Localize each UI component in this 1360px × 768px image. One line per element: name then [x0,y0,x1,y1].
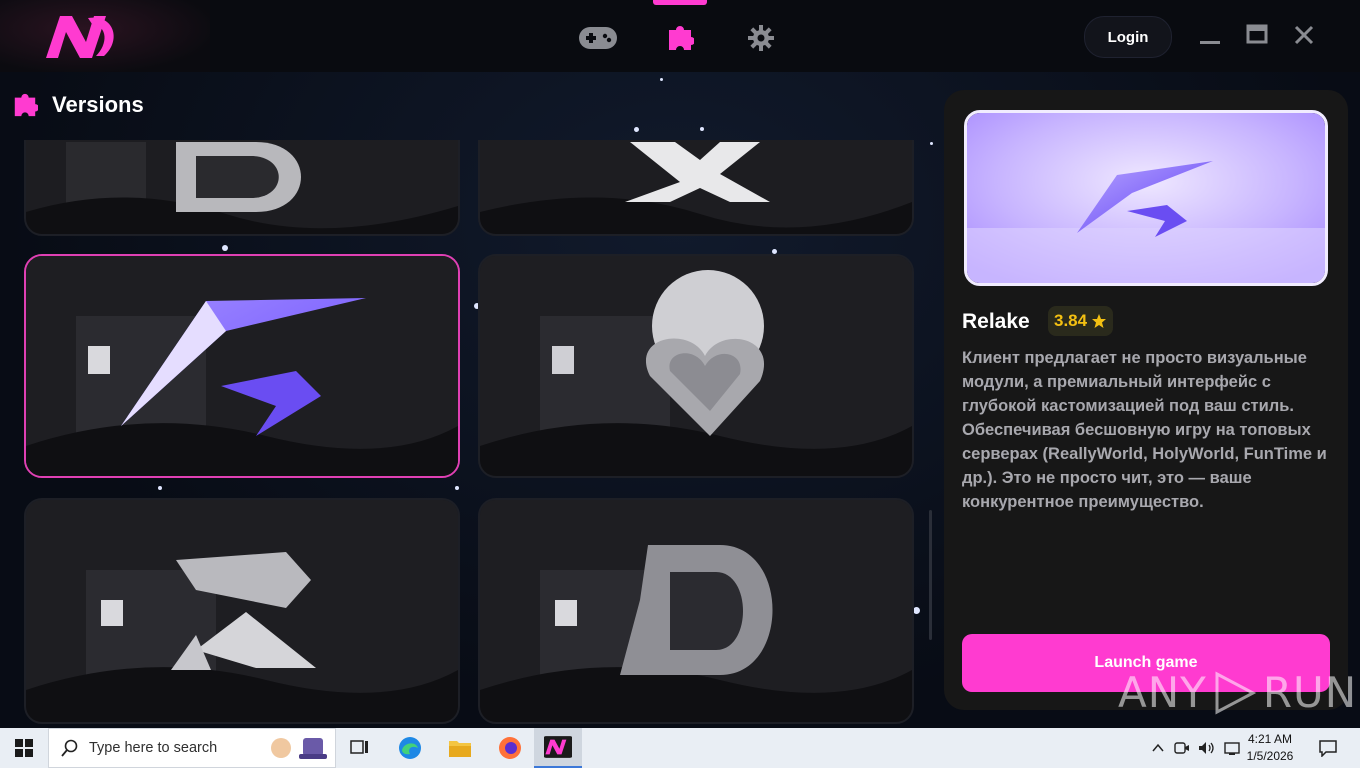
logo-area [0,0,210,72]
minimize-icon[interactable] [1197,22,1223,48]
firefox-icon[interactable] [486,728,534,768]
login-button[interactable]: Login [1084,16,1172,58]
launcher-taskbar-icon[interactable] [534,728,582,768]
edge-icon[interactable] [386,728,434,768]
clock-time: 4:21 AM [1247,732,1293,746]
app-logo [46,16,114,58]
version-card-heart[interactable] [478,254,914,478]
windows-start-icon[interactable] [0,728,48,768]
watermark-left: ANY [1118,668,1207,717]
versions-header: Versions [12,92,144,118]
launcher-window: Login Versions Relake 3.84 Клиент предла… [0,0,1360,728]
volume-icon[interactable] [1198,740,1216,756]
active-nav-indicator [653,0,707,5]
client-name: Relake [962,310,1030,333]
version-card-x[interactable] [478,140,914,236]
gamepad-icon[interactable] [578,20,618,56]
star-dot [930,142,933,145]
chevron-up-icon[interactable] [1150,740,1166,756]
star-icon [1092,314,1107,328]
watermark-right: RUN [1262,668,1358,717]
client-preview [964,110,1328,286]
details-panel: Relake 3.84 Клиент предлагает не просто … [944,90,1348,710]
scrollbar[interactable] [929,510,932,640]
notifications-icon[interactable] [1304,728,1352,768]
version-card-crystal[interactable] [24,498,460,724]
star-dot [913,607,920,614]
search-icon [61,739,78,757]
clock[interactable]: 4:21 AM 1/5/2026 [1240,731,1300,765]
rating-badge: 3.84 [1048,306,1114,336]
task-view-icon[interactable] [336,728,384,768]
search-placeholder: Type here to search [89,740,218,756]
versions-title: Versions [52,92,144,117]
clock-date: 1/5/2026 [1246,749,1294,763]
play-icon [1215,671,1257,714]
star-dot [634,127,639,132]
version-card-chrome-d[interactable] [478,498,914,724]
puzzle-icon[interactable] [660,20,700,56]
maximize-icon[interactable] [1244,22,1270,48]
puzzle-icon [14,93,38,117]
file-explorer-icon[interactable] [436,728,484,768]
rating-value: 3.84 [1054,311,1088,330]
close-icon[interactable] [1291,22,1317,48]
star-dot [700,127,704,131]
camera-icon[interactable] [1174,740,1190,756]
search-highlight-icon [271,738,327,759]
client-description: Клиент предлагает не просто визуальные м… [962,349,1327,511]
system-tray [1150,728,1242,768]
taskbar: Type here to search 4:21 AM 1/5/2026 [0,728,1360,768]
gear-icon[interactable] [741,20,781,56]
title-bar: Login [0,0,1360,72]
version-card-relake[interactable] [24,254,460,478]
versions-grid [24,140,914,728]
version-card-d[interactable] [24,140,460,236]
taskbar-search-box[interactable]: Type here to search [48,728,336,768]
watermark: ANY RUN [1118,668,1357,717]
star-dot [660,78,663,81]
